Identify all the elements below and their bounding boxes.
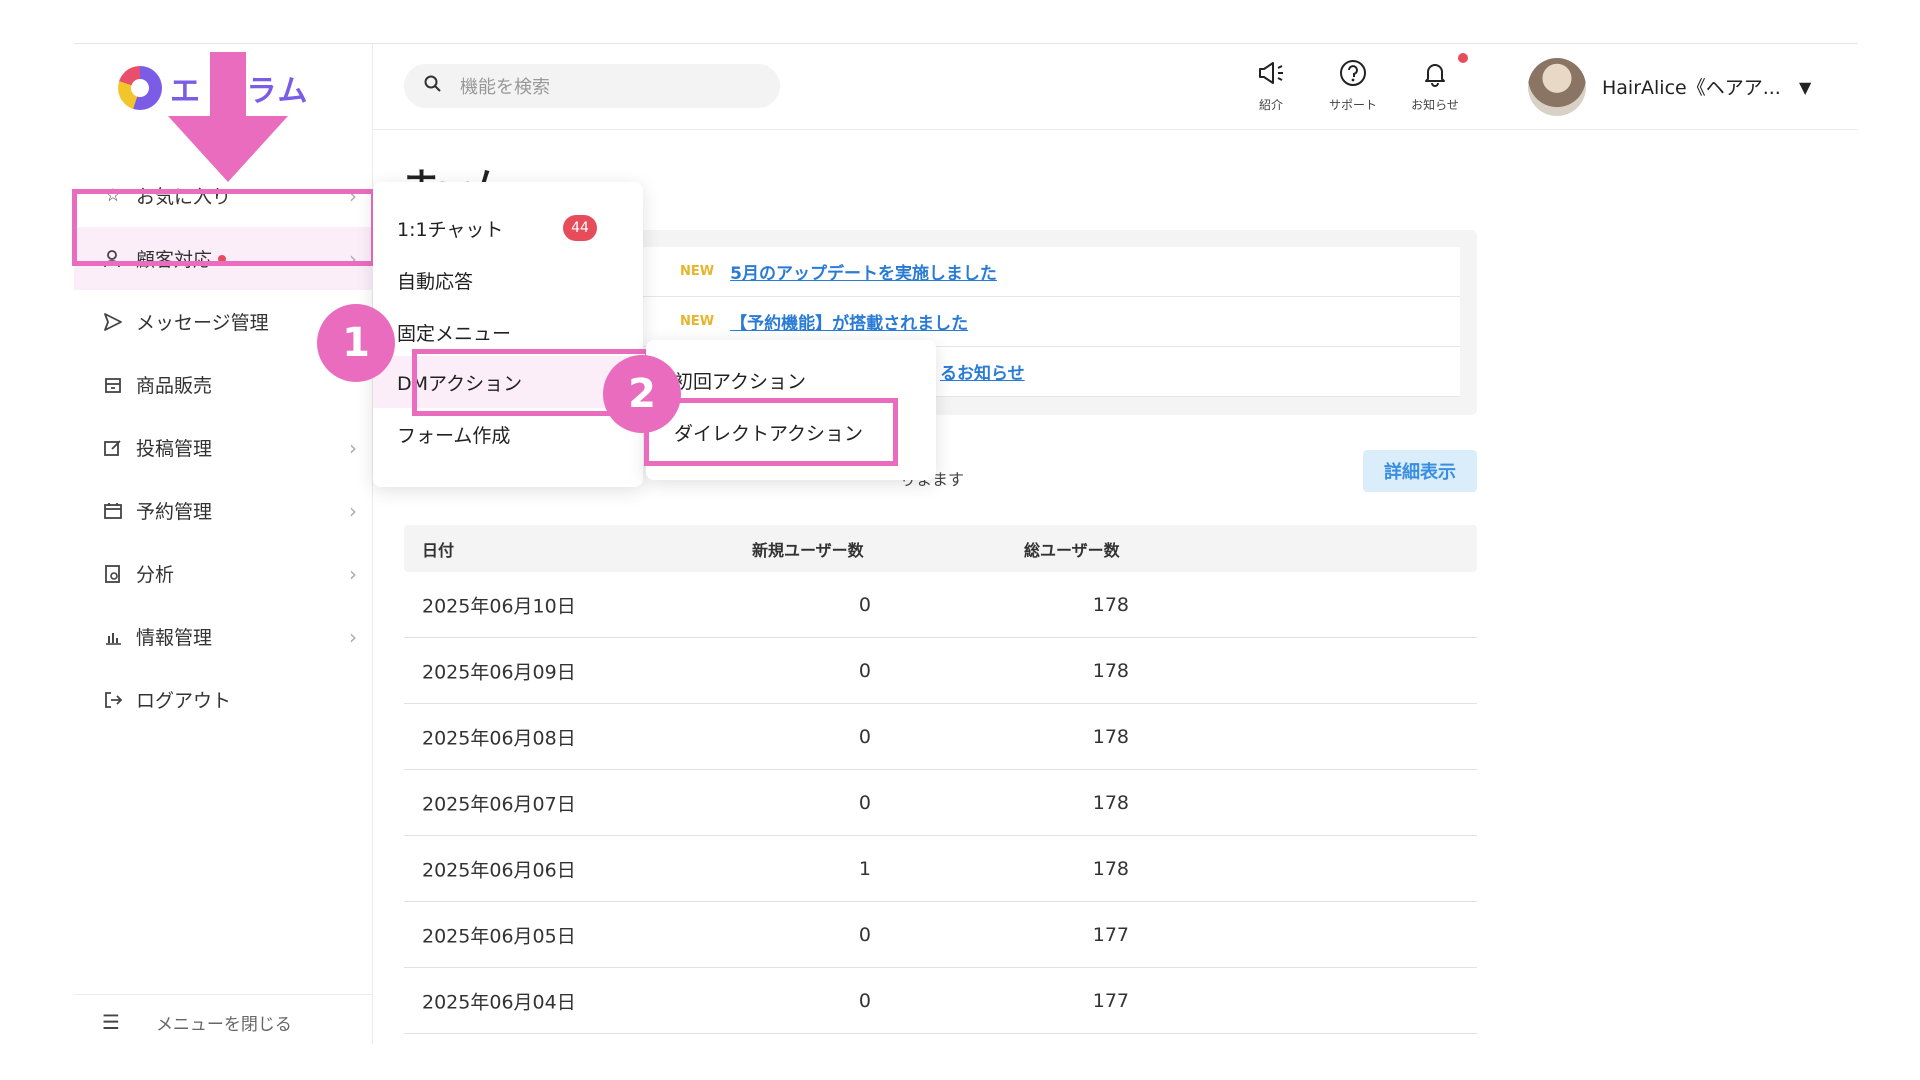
user-stats-table: 日付 新規ユーザー数 総ユーザー数 2025年06月10日 0 178 2025… bbox=[404, 525, 1477, 1034]
search-input[interactable]: 機能を検索 bbox=[404, 64, 780, 108]
store-icon bbox=[102, 374, 124, 396]
sidebar-item-label: メッセージ管理 bbox=[136, 312, 269, 334]
pointer-arrow-icon bbox=[168, 52, 288, 182]
table-row: 2025年06月10日 0 178 bbox=[404, 572, 1477, 638]
notification-dot bbox=[1458, 53, 1468, 63]
megaphone-icon bbox=[1231, 58, 1311, 96]
notifications-button[interactable]: お知らせ bbox=[1395, 58, 1475, 113]
search-icon bbox=[424, 75, 442, 98]
edit-icon bbox=[102, 437, 124, 459]
menu-item-label: 1:1チャット bbox=[397, 218, 504, 241]
avatar[interactable] bbox=[1528, 58, 1586, 116]
close-menu-label: メニューを閉じる bbox=[155, 1014, 292, 1035]
cell-date: 2025年06月10日 bbox=[422, 595, 576, 617]
news-link[interactable]: 5月のアップデートを実施しました bbox=[730, 259, 997, 284]
menu-item-one-to-one-chat[interactable]: 1:1チャット 44 bbox=[373, 202, 643, 254]
highlight-customer-support bbox=[72, 189, 376, 266]
menu-item-label: フォーム作成 bbox=[397, 424, 511, 447]
sidebar-item-analytics[interactable]: 分析 › bbox=[74, 542, 373, 605]
cell-total-users: 178 bbox=[1092, 857, 1129, 880]
header-divider bbox=[373, 129, 1858, 130]
cell-date: 2025年06月08日 bbox=[422, 727, 576, 749]
intro-label: 紹介 bbox=[1258, 98, 1283, 112]
table-row: 2025年06月06日 1 178 bbox=[404, 836, 1477, 902]
header-total-users: 総ユーザー数 bbox=[1024, 540, 1120, 560]
detail-button[interactable]: 詳細表示 bbox=[1363, 450, 1477, 492]
cell-date: 2025年06月06日 bbox=[422, 859, 576, 881]
table-row: 2025年06月07日 0 178 bbox=[404, 770, 1477, 836]
cell-date: 2025年06月09日 bbox=[422, 661, 576, 683]
cell-new-users: 0 bbox=[858, 725, 871, 748]
cell-new-users: 0 bbox=[858, 791, 871, 814]
sidebar-item-logout[interactable]: ログアウト bbox=[74, 668, 373, 731]
collapse-menu-icon: ☰ bbox=[102, 1010, 120, 1034]
new-badge: NEW bbox=[680, 314, 715, 329]
menu-item-label: 自動応答 bbox=[397, 270, 474, 293]
cell-total-users: 177 bbox=[1092, 989, 1129, 1012]
news-link[interactable]: るお知らせ bbox=[940, 359, 1025, 384]
sidebar-item-info-management[interactable]: 情報管理 › bbox=[74, 605, 373, 668]
menu-item-auto-reply[interactable]: 自動応答 bbox=[373, 254, 643, 306]
table-row: 2025年06月09日 0 178 bbox=[404, 638, 1477, 704]
bar-chart-icon bbox=[102, 626, 124, 648]
support-label: サポート bbox=[1328, 98, 1377, 112]
chevron-right-icon: › bbox=[349, 561, 357, 586]
user-name[interactable]: HairAlice《ヘアア... bbox=[1602, 73, 1781, 100]
new-badge: NEW bbox=[680, 264, 715, 279]
notifications-label: お知らせ bbox=[1411, 98, 1459, 112]
sidebar-item-label: 情報管理 bbox=[136, 627, 213, 649]
chevron-right-icon: › bbox=[349, 498, 357, 523]
table-header: 日付 新規ユーザー数 総ユーザー数 bbox=[404, 525, 1477, 572]
sidebar-item-reservation-management[interactable]: 予約管理 › bbox=[74, 479, 373, 542]
close-menu-button[interactable]: ☰ メニューを閉じる bbox=[74, 994, 373, 1049]
table-row: 2025年06月05日 0 177 bbox=[404, 902, 1477, 968]
table-row: 2025年06月08日 0 178 bbox=[404, 704, 1477, 770]
chevron-right-icon: › bbox=[349, 435, 357, 460]
bell-icon bbox=[1395, 58, 1475, 96]
cell-new-users: 0 bbox=[858, 593, 871, 616]
table-row: 2025年06月04日 0 177 bbox=[404, 968, 1477, 1034]
cell-new-users: 0 bbox=[858, 989, 871, 1012]
send-icon bbox=[102, 311, 124, 333]
news-link[interactable]: 【予約機能】が搭載されました bbox=[730, 309, 968, 334]
sidebar-item-label: 予約管理 bbox=[136, 501, 213, 523]
step-badge-1: 1 bbox=[317, 304, 395, 382]
sidebar-item-label: ログアウト bbox=[136, 690, 232, 712]
cell-date: 2025年06月05日 bbox=[422, 925, 576, 947]
cell-total-users: 178 bbox=[1092, 593, 1129, 616]
sidebar-item-label: 商品販売 bbox=[136, 375, 213, 397]
cell-new-users: 1 bbox=[858, 857, 871, 880]
logout-icon bbox=[102, 689, 124, 711]
help-icon bbox=[1313, 58, 1393, 96]
highlight-direct-action bbox=[644, 398, 898, 466]
logo-mark-icon bbox=[118, 66, 162, 110]
unread-count-badge: 44 bbox=[563, 215, 597, 241]
intro-button[interactable]: 紹介 bbox=[1231, 58, 1311, 113]
chevron-right-icon: › bbox=[349, 624, 357, 649]
customer-support-submenu: 1:1チャット 44 自動応答 固定メニュー DMアクション フォーム作成 bbox=[373, 182, 643, 487]
cell-date: 2025年06月04日 bbox=[422, 991, 576, 1013]
menu-item-label: 固定メニュー bbox=[397, 322, 512, 345]
report-icon bbox=[102, 563, 124, 585]
calendar-icon bbox=[102, 500, 124, 522]
header-date: 日付 bbox=[422, 540, 455, 560]
cell-total-users: 178 bbox=[1092, 791, 1129, 814]
cell-total-users: 178 bbox=[1092, 725, 1129, 748]
cell-new-users: 0 bbox=[858, 659, 871, 682]
search-placeholder: 機能を検索 bbox=[460, 77, 550, 98]
step-badge-2: 2 bbox=[603, 355, 681, 433]
cell-total-users: 178 bbox=[1092, 659, 1129, 682]
sidebar-item-label: 投稿管理 bbox=[136, 438, 213, 460]
cell-new-users: 0 bbox=[858, 923, 871, 946]
cell-total-users: 177 bbox=[1092, 923, 1129, 946]
header-new-users: 新規ユーザー数 bbox=[752, 540, 864, 560]
sidebar-item-post-management[interactable]: 投稿管理 › bbox=[74, 416, 373, 479]
cell-date: 2025年06月07日 bbox=[422, 793, 576, 815]
support-button[interactable]: サポート bbox=[1313, 58, 1393, 113]
sidebar-item-label: 分析 bbox=[136, 564, 175, 586]
caret-down-icon[interactable]: ▼ bbox=[1799, 78, 1811, 97]
menu-item-label: 初回アクション bbox=[674, 370, 807, 393]
